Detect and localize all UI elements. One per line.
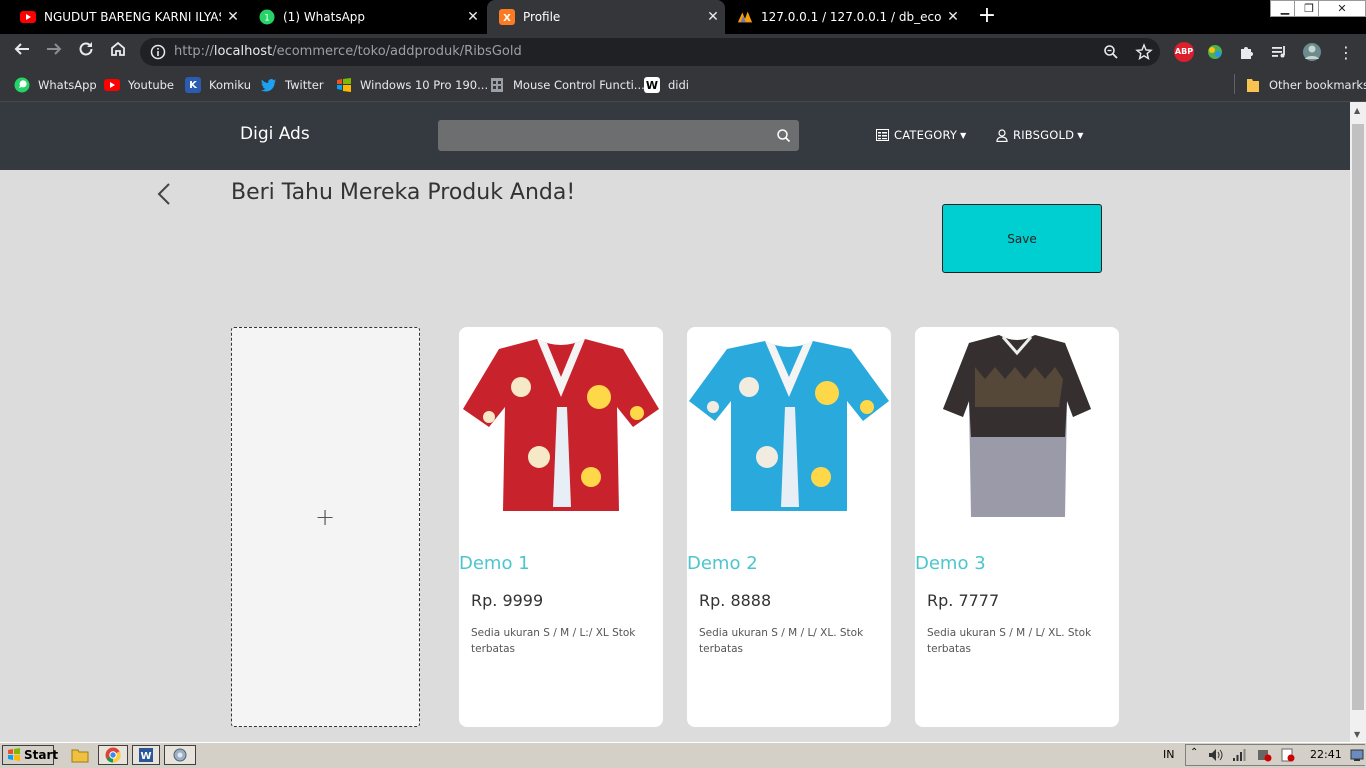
show-desktop-icon[interactable] [1350,747,1364,766]
forward-arrow-icon[interactable] [42,40,66,64]
other-bookmarks[interactable]: Other bookmarks [1245,76,1366,94]
close-tab-icon[interactable]: ✕ [221,9,245,25]
xampp-icon: X [499,9,515,25]
close-tab-icon[interactable]: ✕ [701,9,725,25]
page-icon [489,77,505,93]
w-icon: W [644,77,660,93]
phpmyadmin-icon [737,9,753,25]
back-arrow-icon[interactable] [10,40,34,64]
whatsapp-icon: 1 [259,9,275,25]
product-price: Rp. 8888 [699,591,772,610]
antivirus-icon[interactable] [1280,747,1296,766]
word-taskbar-icon[interactable]: W [132,745,160,765]
chrome-taskbar-icon[interactable] [98,745,128,765]
site-brand[interactable]: Digi Ads [240,124,310,144]
svg-text:1: 1 [264,14,270,24]
page-title: Beri Tahu Mereka Produk Anda! [231,180,576,205]
scroll-up-icon[interactable]: ▲ [1354,106,1360,115]
scrollbar-thumb[interactable] [1352,124,1364,710]
category-dropdown[interactable]: CATEGORY ▼ [876,128,967,142]
volume-icon[interactable] [1208,747,1224,766]
bookmark-komiku[interactable]: K Komiku [185,76,251,94]
caret-down-icon: ▼ [1077,130,1084,140]
product-price: Rp. 9999 [471,591,544,610]
product-name[interactable]: Demo 1 [459,553,530,574]
folder-icon [1245,77,1261,93]
bookmarks-divider [1234,74,1235,94]
product-card[interactable]: Demo 1 Rp. 9999 Sedia ukuran S / M / L:/… [459,327,663,727]
tab-title: Profile [523,10,561,24]
save-button[interactable]: Save [942,204,1102,273]
back-chevron-icon[interactable] [152,180,176,210]
product-description: Sedia ukuran S / M / L/ XL. Stok terbata… [699,627,864,655]
bookmark-star-icon[interactable] [1135,43,1153,65]
adblock-icon[interactable]: ABP [1174,42,1194,62]
close-window-button[interactable]: ✕ [1318,0,1366,17]
shirt-image [943,335,1091,517]
shirt-image [463,339,659,511]
close-tab-icon[interactable]: ✕ [461,9,485,25]
bookmark-youtube[interactable]: Youtube [104,76,174,94]
product-price: Rp. 7777 [927,591,1000,610]
komiku-icon: K [185,77,201,93]
bookmark-didi[interactable]: W didi [644,76,689,94]
url-text[interactable]: http://localhost/ecommerce/toko/addprodu… [174,44,522,59]
search-icon[interactable] [776,128,791,147]
whatsapp-icon [14,77,30,93]
youtube-icon [104,77,120,93]
tray-expand-icon[interactable]: ⌃ [1190,747,1198,758]
new-tab-button[interactable]: + [975,5,999,29]
product-name[interactable]: Demo 2 [687,553,758,574]
product-description: Sedia ukuran S / M / L:/ XL Stok terbata… [471,627,636,655]
zoom-icon[interactable] [1103,44,1119,64]
tab-title: (1) WhatsApp [283,10,366,24]
app-taskbar-icon[interactable] [164,745,196,765]
product-card[interactable]: Demo 2 Rp. 8888 Sedia ukuran S / M / L/ … [687,327,891,727]
browser-tab-youtube[interactable]: NGUDUT BARENG KARNI ILYAS□ ( ✕ [0,0,245,34]
shirt-image [689,341,889,511]
extension-color-icon[interactable] [1206,43,1224,65]
user-dropdown[interactable]: RIBSGOLD ▼ [996,128,1084,142]
network-signal-icon[interactable] [1232,747,1248,766]
start-button[interactable]: Start [2,745,58,765]
user-icon [996,128,1008,142]
system-clock[interactable]: 22:41 [1310,748,1342,761]
scroll-down-icon[interactable]: ▼ [1354,730,1360,739]
close-tab-icon[interactable]: ✕ [941,9,965,25]
reload-icon[interactable] [74,40,98,64]
windows-icon [336,77,352,93]
product-card[interactable]: Demo 3 Rp. 7777 Sedia ukuran S / M / L/ … [915,327,1119,727]
youtube-icon [20,9,36,25]
twitter-icon [261,77,277,93]
site-search-input[interactable] [438,120,799,151]
language-indicator[interactable]: IN [1163,748,1174,761]
product-description: Sedia ukuran S / M / L/ XL. Stok terbata… [927,627,1092,655]
explorer-icon[interactable] [68,745,92,765]
svg-text:W: W [140,751,151,762]
svg-text:X: X [503,13,511,24]
bookmark-mouse-control[interactable]: Mouse Control Functi... [489,76,645,94]
media-control-icon[interactable] [1270,43,1288,65]
taskbar [0,742,1366,768]
bookmark-windows[interactable]: Windows 10 Pro 190... [336,76,488,94]
info-icon[interactable] [150,44,166,60]
bookmark-twitter[interactable]: Twitter [261,76,324,94]
device-icon[interactable] [1256,747,1272,766]
extensions-puzzle-icon[interactable] [1238,43,1256,65]
windows-flag-icon [7,748,21,762]
caret-down-icon: ▼ [960,130,967,140]
bookmark-whatsapp[interactable]: WhatsApp [14,76,97,94]
product-name[interactable]: Demo 3 [915,553,986,574]
plus-icon[interactable]: + [315,503,335,531]
browser-tab-whatsapp[interactable]: 1 (1) WhatsApp ✕ [245,0,485,34]
menu-kebab-icon[interactable]: ⋮ [1338,43,1354,62]
profile-avatar-icon[interactable] [1302,42,1322,66]
home-icon[interactable] [106,40,130,64]
category-icon [876,129,889,141]
browser-tab-phpmyadmin[interactable]: 127.0.0.1 / 127.0.0.1 / db_ecomme ✕ [727,0,965,34]
tab-title: NGUDUT BARENG KARNI ILYAS□ ( [44,10,221,24]
tab-title: 127.0.0.1 / 127.0.0.1 / db_ecomme [761,10,941,24]
browser-tab-profile[interactable]: X Profile ✕ [487,0,725,34]
